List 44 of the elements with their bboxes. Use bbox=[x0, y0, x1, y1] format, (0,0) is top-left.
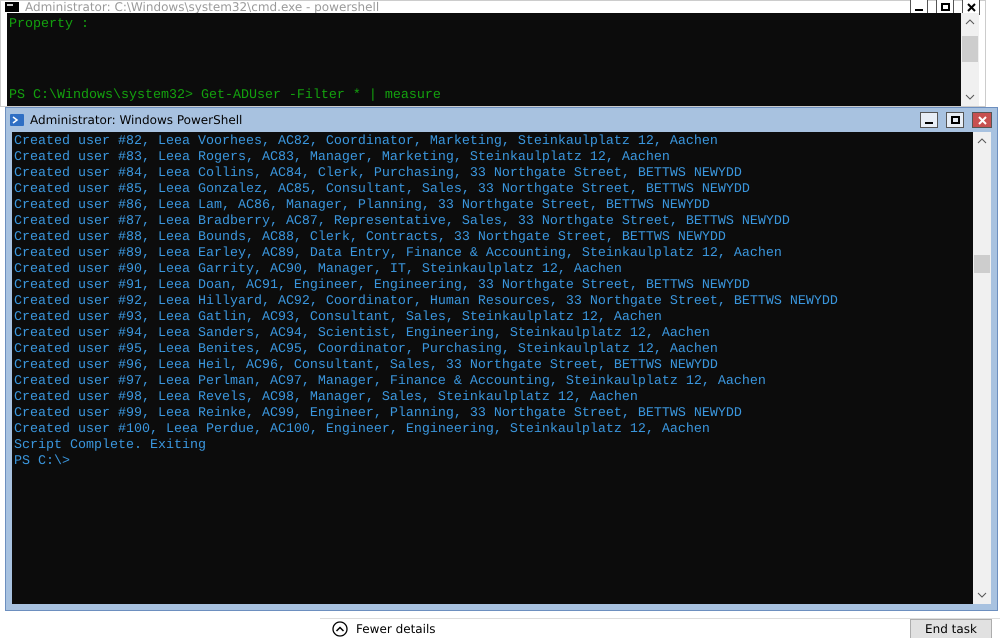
console-line: Created user #88, Leea Bounds, AC88, Clerk, Contracts, 33 Northgate Street, BETTWS NEWYDD bbox=[14, 230, 727, 246]
window-title: Administrator: Windows PowerShell bbox=[30, 113, 244, 127]
console-line: Created user #89, Leea Earley, AC89, Data Entry, Finance & Accounting, Steinkaulplatz 12, Aachen bbox=[14, 246, 783, 262]
maximize-icon bbox=[950, 116, 960, 124]
console-line: Script Complete. Exiting bbox=[14, 438, 207, 454]
console-line: Created user #92, Leea Hillyard, AC92, Coordinator, Human Resources, 33 Northgate Street, BETTWS NEWYDD bbox=[14, 294, 839, 310]
scroll-down-icon bbox=[977, 591, 987, 599]
scroll-down-icon bbox=[965, 93, 975, 101]
scrollbar[interactable] bbox=[973, 132, 991, 604]
scrollbar[interactable] bbox=[961, 13, 979, 106]
console-line: Created user #96, Leea Heil, AC96, Consultant, Sales, 33 Northgate Street, BETTWS NEWYDD bbox=[14, 358, 719, 374]
console-line: Created user #99, Leea Reinke, AC99, Engineer, Planning, 33 Northgate Street, BETTWS NEWYDD bbox=[14, 406, 743, 422]
scroll-up-icon bbox=[977, 137, 987, 145]
console-line: Created user #85, Leea Gonzalez, AC85, Consultant, Sales, 33 Northgate Street, BETTWS NEWYDD bbox=[14, 182, 751, 198]
console-line: Created user #93, Leea Gatlin, AC93, Consultant, Sales, Steinkaulplatz 12, Aachen bbox=[14, 310, 663, 326]
fewer-details-button[interactable]: Fewer details bbox=[332, 620, 436, 636]
chevron-up-circle-icon bbox=[332, 620, 348, 636]
console-line: Created user #86, Leea Lam, AC86, Manager, Planning, 33 Northgate Street, BETTWS NEWYDD bbox=[14, 198, 711, 214]
maximize-button[interactable] bbox=[946, 112, 964, 128]
console-line: Created user #91, Leea Doan, AC91, Engineer, Engineering, 33 Northgate Street, BETTWS NEWYDD bbox=[14, 278, 751, 294]
console-line: Created user #83, Leea Rogers, AC83, Manager, Marketing, Steinkaulplatz 12, Aachen bbox=[14, 150, 671, 166]
console-line: Created user #95, Leea Benites, AC95, Coordinator, Purchasing, Steinkaulplatz 12, Aachen bbox=[14, 342, 719, 358]
console-line: Property : bbox=[9, 17, 90, 33]
console-line: PS C:\Windows\system32> Get-ADUser -Filter * | measure bbox=[9, 88, 442, 104]
scroll-thumb[interactable] bbox=[974, 255, 990, 273]
console-line: Created user #82, Leea Voorhees, AC82, Coordinator, Marketing, Steinkaulplatz 12, Aachen bbox=[14, 134, 719, 150]
close-button[interactable] bbox=[972, 112, 992, 128]
console-line: Created user #98, Leea Revels, AC98, Manager, Sales, Steinkaulplatz 12, Aachen bbox=[14, 390, 639, 406]
console-line: Created user #90, Leea Garrity, AC90, Manager, IT, Steinkaulplatz 12, Aachen bbox=[14, 262, 623, 278]
console-line: Created user #94, Leea Sanders, AC94, Scientist, Engineering, Steinkaulplatz 12, Aachen bbox=[14, 326, 711, 342]
maximize-icon bbox=[940, 3, 950, 11]
end-task-button[interactable]: End task bbox=[910, 618, 992, 638]
minimize-button[interactable] bbox=[920, 112, 938, 128]
console-line: Created user #97, Leea Perlman, AC97, Manager, Finance & Accounting, Steinkaulplatz 12, Aachen bbox=[14, 374, 767, 390]
console-line: Created user #87, Leea Bradberry, AC87, Representative, Sales, 33 Northgate Street, BETTWS NEWYDD bbox=[14, 214, 791, 230]
powershell-icon bbox=[10, 114, 24, 126]
console-line: Created user #84, Leea Collins, AC84, Clerk, Purchasing, 33 Northgate Street, BETTWS NEWYDD bbox=[14, 166, 743, 182]
console-line: PS C:\> bbox=[14, 454, 71, 470]
console-line: Created user #100, Leea Perdue, AC100, Engineer, Engineering, Steinkaulplatz 12, Aachen bbox=[14, 422, 711, 438]
scroll-up-icon bbox=[965, 18, 975, 26]
scroll-thumb[interactable] bbox=[962, 36, 978, 62]
close-icon bbox=[978, 116, 986, 124]
window-title: Administrator: C:\Windows\system32\cmd.exe - powershell bbox=[25, 0, 380, 14]
close-icon bbox=[966, 2, 976, 12]
